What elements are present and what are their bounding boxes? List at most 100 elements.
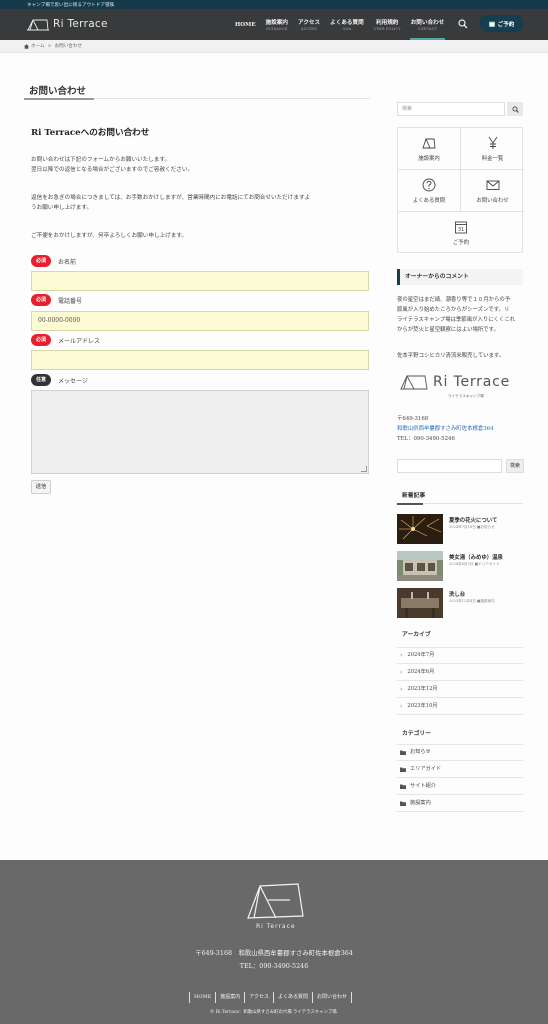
name-field[interactable] [31, 271, 369, 291]
archive-label: 2024年6月 [407, 668, 435, 675]
email-field[interactable] [31, 350, 369, 370]
sidebar-tel: TEL：090-3490-5246 [397, 436, 455, 442]
archive-label: 2023年10月 [407, 702, 438, 709]
quick-link-facilities[interactable]: 施設案内 [398, 128, 461, 170]
category-label: サイト紹介 [410, 782, 436, 789]
footer-address: 〒649-3168 和歌山県西牟婁郡すさみ町佐本根倉364 [195, 949, 353, 957]
post-meta: 2023年12月4日 ■施設案内 [449, 599, 495, 603]
post-title: 夏季の花火について [449, 518, 498, 524]
quick-link-contact[interactable]: お問い合わせ [461, 170, 524, 212]
footer-logo[interactable]: Ri Terrace [246, 880, 306, 932]
name-label-row: 必須 お名前 [31, 255, 76, 267]
calendar-icon: 31 [455, 221, 467, 234]
quick-link-label: よくある質問 [412, 197, 446, 204]
calendar-icon [488, 21, 495, 27]
sidebar-address-link[interactable]: 和歌山県西牟婁郡すさみ町佐本根倉364 [397, 424, 494, 434]
post-date: 2024年7月18日 [449, 525, 476, 529]
quick-link-prices[interactable]: 料金一覧 [461, 128, 524, 170]
news-heading-underline [397, 503, 423, 505]
quick-link-faq[interactable]: よくある質問 [398, 170, 461, 212]
nav-user-policy[interactable]: 利用規約 USER POLICY [369, 9, 406, 40]
contact-heading: Ri Terraceへのお問い合わせ [31, 128, 150, 138]
category-item[interactable]: サイト紹介 [397, 778, 523, 795]
sidebar-search-input[interactable]: 検索 [397, 102, 505, 116]
category-item[interactable]: 施設案内 [397, 795, 523, 812]
question-icon [422, 178, 436, 191]
nav-label: HOME [235, 21, 256, 28]
archive-heading: アーカイブ [402, 632, 431, 638]
news-post[interactable]: 美女湯（みめゆ）温泉 2024年6月3日 ■エリアガイド [397, 551, 523, 581]
nav-faq[interactable]: よくある質問 Q&A [325, 9, 369, 40]
category-item[interactable]: お知らせ [397, 744, 523, 761]
onsen-thumbnail [397, 551, 443, 581]
chevron-right-icon: › [400, 685, 403, 693]
footer-nav-home[interactable]: HOME [189, 992, 215, 1003]
archive-item[interactable]: › 2024年7月 [397, 647, 523, 664]
archive-item[interactable]: › 2024年6月 [397, 664, 523, 681]
nav-sublabel: ACCESS [301, 27, 318, 32]
name-label: お名前 [58, 258, 77, 266]
text-line: 返信をお急ぎの場合につきましては、お手数おかけしますが、営業時間内にお電話にてお… [31, 195, 311, 201]
folder-icon [400, 767, 406, 772]
quick-link-reserve[interactable]: 31 ご予約 [398, 212, 524, 254]
title-underline [24, 97, 94, 100]
calendar-day: 31 [458, 227, 464, 233]
news-post[interactable]: 夏季の花火について 2024年7月18日 ■お知らせ [397, 514, 523, 544]
text-line: 節風が入り始めたころからがシーズンです。リ [397, 307, 510, 313]
nav-guidance[interactable]: 施設案内 GUIDANCE [261, 9, 293, 40]
search-icon [458, 19, 468, 29]
sidebar-search-button-2[interactable]: 検索 [506, 459, 524, 473]
search-icon [511, 105, 519, 113]
logo-text: Ri Terrace [53, 18, 108, 30]
nav-contact[interactable]: お問い合わせ CONTACT [406, 9, 450, 40]
submit-button[interactable]: 送信 [31, 480, 51, 494]
archive-item[interactable]: › 2023年10月 [397, 698, 523, 715]
breadcrumb: ホーム > お問い合わせ [24, 43, 82, 49]
nav-sublabel: USER POLICY [373, 27, 401, 32]
yen-icon [488, 136, 497, 149]
quick-link-label: 施設案内 [418, 155, 440, 162]
header-search-button[interactable] [458, 19, 468, 29]
post-meta: 2024年7月18日 ■お知らせ [449, 525, 495, 529]
category-item[interactable]: エリアガイド [397, 761, 523, 778]
text-line: 夜の星空はまだ綺、潮香り等で１０月からの予 [397, 297, 511, 303]
quick-link-label: お問い合わせ [476, 197, 509, 204]
message-textarea[interactable] [31, 390, 369, 474]
text-line: ライテラスキャンプ場は季節風が入りにくくこれ [397, 317, 516, 323]
category-label: 施設案内 [410, 799, 431, 806]
chevron-right-icon: › [400, 702, 403, 710]
sidebar-search-input-2[interactable] [397, 459, 502, 473]
text-line: からが焚火と星空観察にはよい場所です。 [397, 327, 499, 333]
owner-comment-text: 夜の星空はまだ綺、潮香り等で１０月からの予 節風が入り始めたころからがシーズンで… [397, 295, 523, 335]
nav-sublabel: CONTACT [417, 27, 438, 32]
category-heading: カテゴリー [402, 731, 431, 737]
footer-nav-faq[interactable]: よくある質問 [273, 992, 312, 1003]
nav-access[interactable]: アクセス ACCESS [293, 9, 325, 40]
archive-item[interactable]: › 2023年12月 [397, 681, 523, 698]
footer-nav-contact[interactable]: お問い合わせ [312, 992, 353, 1003]
text-line: お問い合わせは下記のフォームからお願いいたします。 [31, 157, 171, 163]
phone-label: 電話番号 [58, 297, 83, 305]
footer-nav: HOME 施設案内 アクセス よくある質問 お問い合わせ [189, 992, 353, 1003]
nav-label: アクセス [298, 19, 321, 26]
folder-icon [400, 801, 406, 806]
quick-links-grid: 施設案内 料金一覧 よくある質問 お問い合わせ 31 ご予約 [397, 127, 524, 254]
site-logo[interactable]: Ri Terrace [27, 16, 108, 32]
chevron-right-icon: › [400, 652, 403, 659]
footer-nav-facilities[interactable]: 施設案内 [215, 992, 244, 1003]
breadcrumb-home[interactable]: ホーム [31, 43, 45, 49]
required-badge: 必須 [31, 294, 51, 306]
mail-icon [486, 180, 499, 190]
folder-icon [400, 784, 406, 789]
message-label-row: 任意 メッセージ [31, 374, 88, 386]
sidebar-search-button[interactable] [507, 102, 523, 116]
nav-home[interactable]: HOME [230, 9, 261, 40]
footer-nav-access[interactable]: アクセス [244, 992, 273, 1003]
required-badge: 必須 [31, 334, 51, 346]
news-post[interactable]: 洗し台 2023年12月4日 ■施設案内 [397, 588, 523, 618]
reserve-button[interactable]: ご予約 [479, 15, 524, 32]
phone-field[interactable]: 00-0000-0000 [31, 311, 369, 331]
footer-tel: TEL：090-3490-5246 [239, 962, 309, 970]
sidebar-logo: Ri Terrace ライテラスキャンプ場 [400, 373, 520, 403]
phone-label-row: 必須 電話番号 [31, 294, 82, 306]
